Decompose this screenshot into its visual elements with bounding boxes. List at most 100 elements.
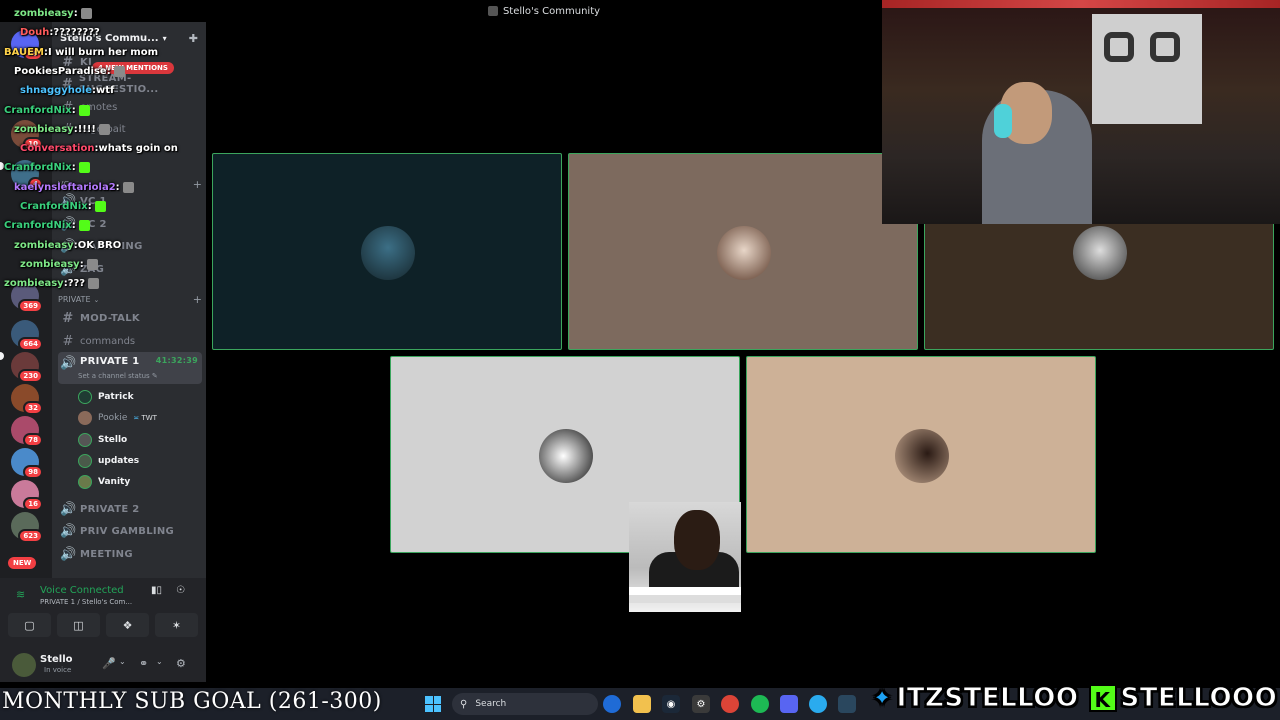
headphones-icon[interactable]: ⚭: [139, 657, 148, 670]
channel-status[interactable]: Set a channel status ✎: [78, 372, 158, 380]
voice-status[interactable]: Voice Connected: [40, 585, 124, 596]
chat-message: BAUEM : I will burn her mom: [4, 47, 158, 58]
chat-username: CranfordNix: [4, 104, 72, 116]
edge-icon[interactable]: [603, 695, 621, 713]
voice-member[interactable]: Patrick: [78, 387, 134, 406]
chat-message: zombieasy : ???: [4, 278, 100, 290]
gear-icon[interactable]: ⚙: [176, 657, 186, 670]
voice-member[interactable]: Pookie ≍ TWT: [78, 408, 157, 427]
voice-member[interactable]: Stello: [78, 430, 127, 449]
emote-icon: [78, 162, 90, 174]
chat-separator: :: [71, 220, 76, 232]
social-handles: ✦ ITZSTELLOO K STELLOOO: [872, 683, 1278, 714]
video-tile[interactable]: [568, 153, 918, 350]
chat-separator: :: [71, 104, 76, 116]
chat-username: CranfordNix: [4, 220, 72, 232]
discord-icon[interactable]: [780, 695, 798, 713]
noise-suppression-icon[interactable]: ▮▯: [151, 585, 162, 596]
chat-message: kaelynsleftariola2 :: [14, 181, 134, 193]
chat-message: CranfordNix :: [4, 162, 90, 174]
channel-mod-talk[interactable]: # MOD-TALK: [58, 308, 202, 328]
avatar: [78, 432, 92, 447]
add-channel-icon[interactable]: +: [193, 293, 202, 306]
telegram-icon[interactable]: [809, 695, 827, 713]
member-name: updates: [98, 455, 140, 466]
server-icon-7[interactable]: 32: [11, 384, 43, 415]
chat-message: zombieasy : OK BRO: [14, 240, 121, 251]
chat-text: whats goin on: [98, 143, 178, 155]
chat-username: zombieasy: [14, 239, 74, 251]
member-name: Patrick: [98, 391, 134, 402]
windows-start-icon[interactable]: [425, 696, 441, 712]
news-ticker-2: [629, 595, 741, 603]
member-name: Stello: [98, 434, 128, 445]
invite-icon[interactable]: ✚: [189, 32, 198, 45]
steam-icon[interactable]: ◉: [662, 695, 680, 713]
server-icon-5[interactable]: 664: [11, 320, 43, 351]
chat-username: PookiesParadise: [14, 65, 107, 77]
add-channel-icon[interactable]: +: [193, 178, 202, 191]
avatar: [717, 226, 771, 280]
unread-pip: [0, 352, 4, 360]
voice-channel[interactable]: PRIVATE 1 / Stello's Com...: [40, 598, 132, 606]
avatar[interactable]: [12, 653, 36, 677]
streamer-webcam: [882, 0, 1280, 224]
avatar: [895, 429, 949, 483]
chevron-down-icon[interactable]: ⌄: [119, 657, 126, 666]
chat-username: zombieasy: [14, 123, 74, 135]
soundboard-icon[interactable]: ✶: [155, 613, 198, 637]
disconnect-icon[interactable]: ☉: [176, 585, 185, 596]
spotify-icon[interactable]: [751, 695, 769, 713]
server-icon-6[interactable]: 230: [11, 352, 43, 383]
channel-status-text: Set a channel status: [78, 372, 150, 380]
chat-message: PookiesParadise :: [14, 65, 125, 77]
news-ticker: FLORIDA WOMAN CHARGED: [629, 587, 741, 604]
chat-separator: :: [71, 162, 76, 174]
chat-message: CranfordNix :: [20, 201, 106, 212]
activities-icon[interactable]: ❖: [106, 613, 149, 637]
headphones: [994, 104, 1012, 138]
user-name[interactable]: Stello: [40, 654, 73, 665]
channel-private-2[interactable]: 🔊 PRIVATE 2: [58, 499, 202, 519]
user-panel: Stello In voice 🎤 ⌄ ⚭ ⌄ ⚙: [0, 648, 206, 682]
voice-member[interactable]: Vanity: [78, 472, 130, 491]
channel-commands[interactable]: # commands: [58, 331, 202, 351]
file-explorer-icon[interactable]: [633, 695, 651, 713]
server-icon-10[interactable]: 16: [11, 480, 43, 511]
speaker-icon: 🔊: [60, 501, 77, 517]
twitter-handle: ITZSTELLOO: [896, 683, 1079, 714]
server-icon-11[interactable]: 623: [11, 512, 43, 543]
microphone-icon[interactable]: 🎤: [102, 657, 116, 670]
signal-icon[interactable]: ≋: [16, 588, 25, 601]
steam-client-icon[interactable]: [838, 695, 856, 713]
taskbar-search[interactable]: ⚲ Search: [452, 693, 598, 715]
category-private[interactable]: PRIVATE ⌄ +: [58, 293, 202, 306]
chat-username: zombieasy: [4, 278, 64, 290]
voice-member[interactable]: updates: [78, 451, 139, 470]
voice-timer: 41:32:39: [155, 356, 198, 365]
video-tile[interactable]: [212, 153, 562, 350]
hash-icon: #: [62, 310, 74, 326]
video-tile[interactable]: [746, 356, 1096, 553]
settings-icon[interactable]: ⚙: [692, 695, 710, 713]
member-tag: ≍ TWT: [133, 414, 157, 422]
chat-username: Douh: [20, 27, 50, 39]
server-icon-8[interactable]: 78: [11, 416, 43, 447]
chevron-down-icon[interactable]: ⌄: [156, 657, 163, 666]
chat-message: Douh : ????????: [20, 27, 100, 38]
emote-icon: [88, 278, 100, 290]
server-icon-9[interactable]: 98: [11, 448, 43, 479]
chat-username: BAUEM: [4, 46, 44, 58]
hash-icon: #: [62, 333, 74, 349]
camera-off-icon[interactable]: ▢: [8, 613, 51, 637]
new-badge: NEW: [8, 557, 37, 569]
channel-priv-gambling[interactable]: 🔊 PRIV GAMBLING: [58, 521, 202, 541]
chrome-icon[interactable]: [721, 695, 739, 713]
speaker-icon: 🔊: [60, 546, 77, 562]
channel-meeting[interactable]: 🔊 MEETING: [58, 544, 202, 564]
screen-share-icon[interactable]: ◫: [57, 613, 100, 637]
channel-label: PRIVATE 1: [80, 356, 140, 367]
chat-text: wtf: [95, 85, 115, 97]
chat-message: CranfordNix :: [4, 104, 90, 116]
emote-icon: [80, 8, 92, 19]
